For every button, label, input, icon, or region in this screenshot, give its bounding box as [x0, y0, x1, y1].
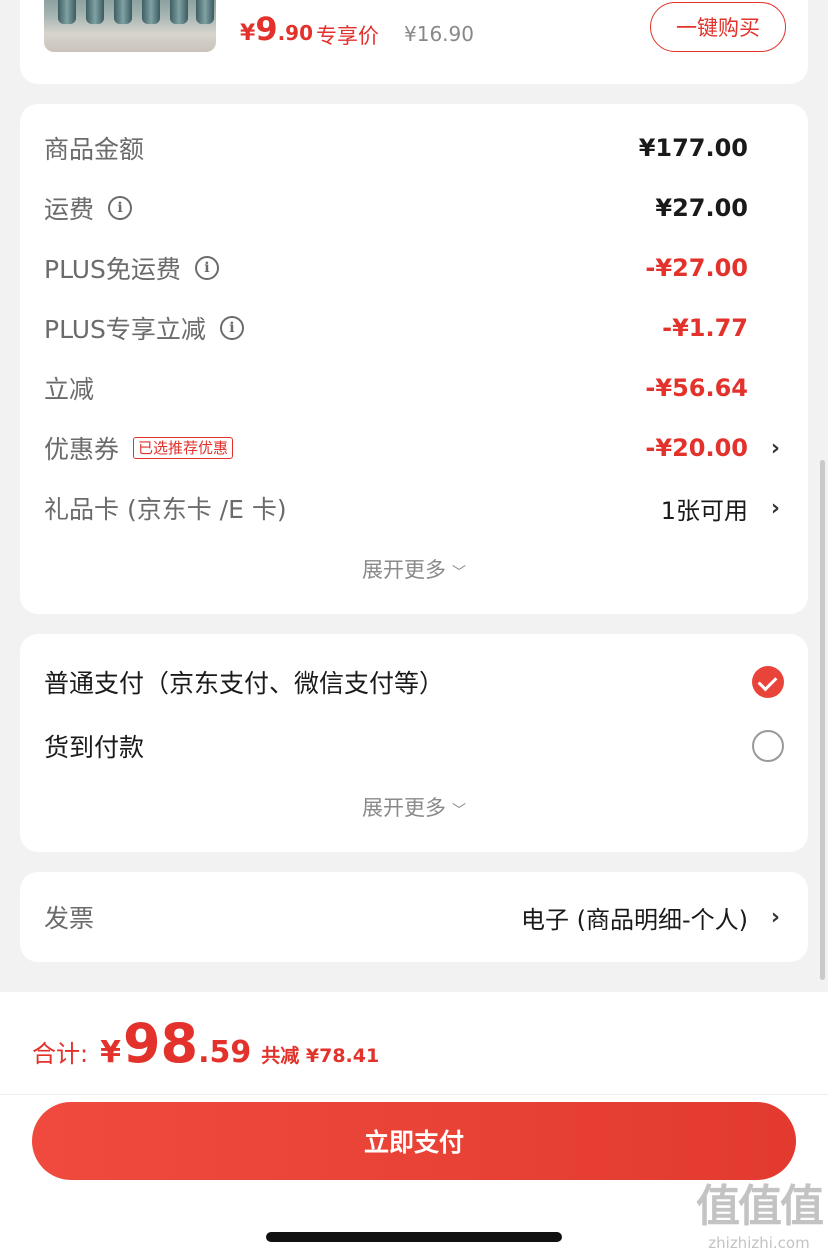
summary-value: ¥27.00: [655, 194, 748, 222]
product-thumbnail[interactable]: [44, 0, 216, 52]
summary-row-plus-free-shipping: PLUS免运费 i -¥27.00: [44, 248, 784, 288]
chevron-down-icon: ﹀: [452, 565, 466, 581]
chevron-right-icon: ›: [770, 435, 780, 461]
summary-value: ¥177.00: [638, 134, 748, 162]
summary-label-wrap: PLUS免运费 i: [44, 250, 219, 286]
payment-option-label: 普通支付（京东支付、微信支付等）: [44, 669, 445, 698]
invoice-card[interactable]: 发票 电子 (商品明细-个人) ›: [20, 872, 808, 962]
summary-label: PLUS专享立减: [44, 315, 206, 344]
chevron-right-icon: ›: [770, 904, 780, 930]
payment-option-label: 货到付款: [44, 733, 145, 762]
summary-label-wrap: 优惠券 已选推荐优惠: [44, 430, 234, 466]
expand-more-label: 展开更多: [362, 796, 446, 820]
total-saved: 共减 ¥78.41: [261, 1045, 380, 1067]
product-card: ¥ 9 .90 专享价 ¥16.90 一键购买: [20, 0, 808, 84]
radio-unchecked-icon[interactable]: [752, 730, 784, 762]
price-integer: 9: [255, 10, 278, 48]
summary-label: 立减: [44, 375, 95, 404]
expand-more-label: 展开更多: [362, 558, 446, 582]
summary-row-gift-card[interactable]: 礼品卡 (京东卡 /E 卡) 1张可用 ›: [44, 488, 784, 528]
summary-value: -¥1.77: [662, 314, 748, 342]
summary-row-goods-amount: 商品金额 ¥177.00: [44, 128, 784, 168]
summary-label: PLUS免运费: [44, 255, 181, 284]
price-decimal: .90: [277, 21, 314, 45]
summary-expand-more[interactable]: 展开更多 ﹀: [20, 554, 808, 584]
summary-label-wrap: PLUS专享立减 i: [44, 310, 244, 346]
total-label: 合计:: [32, 1040, 89, 1068]
total-decimal: .59: [198, 1035, 252, 1070]
summary-label: 优惠券: [44, 435, 120, 464]
info-icon[interactable]: i: [219, 316, 244, 340]
invoice-row[interactable]: 发票 电子 (商品明细-个人) ›: [44, 897, 784, 937]
order-total: 合计: ¥ 98 .59 共减 ¥78.41: [32, 1012, 379, 1075]
buy-now-button[interactable]: 一键购买: [650, 2, 786, 52]
watermark: 值值值 zhizhizhi.com: [696, 1170, 824, 1252]
payment-option-cod[interactable]: 货到付款: [44, 726, 784, 766]
payment-method-card: 普通支付（京东支付、微信支付等） 货到付款 展开更多 ﹀: [20, 634, 808, 852]
home-indicator: [266, 1232, 562, 1242]
chevron-down-icon: ﹀: [452, 803, 466, 819]
payment-option-standard[interactable]: 普通支付（京东支付、微信支付等）: [44, 662, 784, 702]
coupon-badge: 已选推荐优惠: [133, 437, 234, 459]
summary-label: 运费: [44, 195, 95, 224]
pay-now-button[interactable]: 立即支付: [32, 1102, 796, 1180]
radio-checked-icon[interactable]: [752, 666, 784, 698]
checkout-bar: 合计: ¥ 98 .59 共减 ¥78.41 立即支付 值值值 zhizhizh…: [0, 992, 828, 1258]
product-price: ¥ 9 .90: [240, 10, 313, 48]
invoice-value: 电子 (商品明细-个人): [520, 905, 748, 934]
summary-value: 1张可用: [660, 496, 748, 525]
invoice-label: 发票: [44, 904, 95, 933]
price-currency: ¥: [240, 21, 256, 46]
summary-row-shipping: 运费 i ¥27.00: [44, 188, 784, 228]
total-integer: 98: [122, 1012, 199, 1075]
exclusive-price-label: 专享价: [316, 24, 379, 48]
watermark-logo: 值值值: [696, 1181, 824, 1232]
info-icon[interactable]: i: [108, 196, 133, 220]
summary-value: -¥56.64: [645, 374, 748, 402]
summary-row-plus-discount: PLUS专享立减 i -¥1.77: [44, 308, 784, 348]
summary-value: -¥27.00: [645, 254, 748, 282]
scrollbar[interactable]: [820, 460, 825, 980]
divider: [0, 1094, 828, 1095]
original-price: ¥16.90: [404, 22, 474, 46]
total-currency: ¥: [100, 1035, 121, 1070]
order-summary-card: 商品金额 ¥177.00 运费 i ¥27.00 PLUS免运费 i -¥27.…: [20, 104, 808, 614]
info-icon[interactable]: i: [194, 256, 219, 280]
summary-label: 礼品卡 (京东卡 /E 卡): [44, 495, 287, 524]
summary-row-coupon[interactable]: 优惠券 已选推荐优惠 -¥20.00 ›: [44, 428, 784, 468]
chevron-right-icon: ›: [770, 495, 780, 521]
summary-label-wrap: 运费 i: [44, 190, 133, 226]
summary-label: 商品金额: [44, 135, 145, 164]
watermark-url: zhizhizhi.com: [708, 1234, 810, 1252]
summary-row-instant-discount: 立减 -¥56.64: [44, 368, 784, 408]
summary-value: -¥20.00: [645, 434, 748, 462]
payment-expand-more[interactable]: 展开更多 ﹀: [20, 792, 808, 822]
